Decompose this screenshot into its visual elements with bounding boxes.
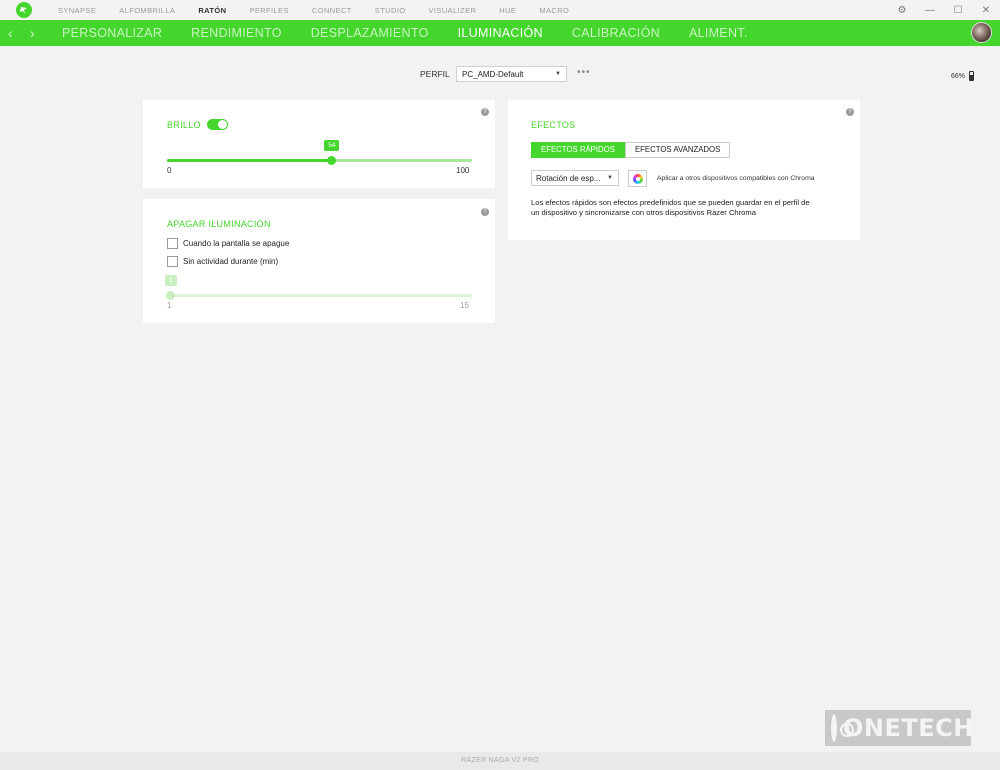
brightness-card: ? BRILLO 54 0 100 — [143, 100, 495, 188]
screen-off-label: Cuando la pantalla se apague — [183, 239, 290, 248]
lighting-off-card: ? APAGAR ILUMINACIÓN Cuando la pantalla … — [143, 199, 495, 323]
idle-slider-track[interactable] — [167, 294, 472, 297]
lighting-off-title: APAGAR ILUMINACIÓN — [167, 219, 271, 229]
tab-personalizar[interactable]: PERSONALIZAR — [62, 26, 162, 40]
brightness-slider-thumb[interactable] — [327, 156, 337, 165]
battery-percent: 66% — [951, 72, 966, 80]
tab-desplazamiento[interactable]: DESPLAZAMIENTO — [311, 26, 429, 40]
help-icon[interactable]: ? — [481, 108, 489, 116]
razer-logo-icon — [16, 2, 32, 18]
idle-max-label: 15 — [460, 301, 469, 310]
window-controls: ⚙ — ☐ ✕ — [888, 0, 1000, 20]
effect-select-value: Rotación de esp... — [536, 174, 601, 183]
profile-label: PERFIL — [420, 69, 450, 79]
brightness-slider-track[interactable] — [167, 159, 472, 162]
minimize-icon[interactable]: — — [916, 5, 944, 16]
topnav-macro[interactable]: MACRO — [539, 6, 569, 15]
onetech-logo-icon — [831, 714, 854, 742]
idle-value-bubble: 1 — [165, 275, 177, 286]
brightness-value-bubble: 54 — [324, 140, 340, 151]
sub-navigation: ‹ › PERSONALIZAR RENDIMIENTO DESPLAZAMIE… — [0, 20, 1000, 46]
tab-aliment[interactable]: ALIMENT. — [689, 26, 748, 40]
brightness-title: BRILLO — [167, 120, 201, 130]
brightness-toggle[interactable] — [207, 119, 228, 130]
settings-gear-icon[interactable]: ⚙ — [888, 5, 916, 16]
idle-checkbox[interactable] — [167, 256, 178, 267]
topnav-synapse[interactable]: SYNAPSE — [58, 6, 96, 15]
brightness-min-label: 0 — [167, 166, 172, 175]
profile-select[interactable]: PC_AMD-Default ▼ — [456, 66, 567, 82]
tab-rendimiento[interactable]: RENDIMIENTO — [191, 26, 282, 40]
topnav-raton[interactable]: RATÓN — [198, 6, 226, 15]
effects-card: ? EFECTOS EFECTOS RÁPIDOS EFECTOS AVANZA… — [508, 100, 860, 240]
help-icon[interactable]: ? — [481, 208, 489, 216]
battery-icon — [969, 71, 975, 81]
tab-iluminacion[interactable]: ILUMINACIÓN — [458, 26, 543, 40]
watermark-text: ONETECH — [843, 714, 974, 742]
effect-select[interactable]: Rotación de esp... ▼ — [531, 170, 619, 186]
maximize-icon[interactable]: ☐ — [944, 5, 972, 16]
chevron-down-icon: ▼ — [607, 175, 613, 181]
topnav-hue[interactable]: HUE — [499, 6, 516, 15]
topnav-visualizer[interactable]: VISUALIZER — [429, 6, 477, 15]
effects-description: Los efectos rápidos son efectos predefin… — [531, 198, 810, 218]
effects-tab-group: EFECTOS RÁPIDOS EFECTOS AVANZADOS — [531, 142, 731, 158]
idle-label: Sin actividad durante (min) — [183, 257, 279, 266]
effects-title: EFECTOS — [531, 120, 576, 130]
tab-quick-effects[interactable]: EFECTOS RÁPIDOS — [531, 142, 625, 158]
user-avatar[interactable] — [971, 22, 992, 43]
chroma-apply-button[interactable] — [628, 170, 647, 187]
top-navigation: SYNAPSE ALFOMBRILLA RATÓN PERFILES CONNE… — [58, 6, 592, 15]
idle-slider-thumb[interactable] — [166, 291, 175, 300]
topnav-studio[interactable]: STUDIO — [375, 6, 406, 15]
brightness-slider-fill — [167, 159, 332, 162]
more-options-icon[interactable]: ••• — [577, 67, 591, 78]
screen-off-option[interactable]: Cuando la pantalla se apague — [167, 238, 289, 249]
brightness-max-label: 100 — [456, 166, 470, 175]
close-icon[interactable]: ✕ — [972, 5, 1000, 16]
topnav-perfiles[interactable]: PERFILES — [249, 6, 288, 15]
idle-min-label: 1 — [167, 301, 172, 310]
toggle-knob — [218, 120, 227, 129]
chroma-apply-label: Aplicar a otros dispositivos compatibles… — [657, 175, 815, 182]
help-icon[interactable]: ? — [846, 108, 854, 116]
screen-off-checkbox[interactable] — [167, 238, 178, 249]
tab-advanced-effects[interactable]: EFECTOS AVANZADOS — [624, 142, 731, 158]
watermark: ONETECH — [825, 710, 974, 746]
topnav-alfombrilla[interactable]: ALFOMBRILLA — [119, 6, 175, 15]
chroma-wheel-icon — [632, 173, 643, 184]
chevron-down-icon: ▼ — [555, 71, 561, 77]
title-bar: SYNAPSE ALFOMBRILLA RATÓN PERFILES CONNE… — [0, 0, 1000, 20]
forward-arrow-icon[interactable]: › — [30, 25, 44, 41]
topnav-connect[interactable]: CONNECT — [312, 6, 352, 15]
idle-option[interactable]: Sin actividad durante (min) — [167, 256, 278, 267]
profile-select-value: PC_AMD-Default — [462, 70, 524, 79]
back-arrow-icon[interactable]: ‹ — [8, 25, 22, 41]
tab-calibracion[interactable]: CALIBRACIÓN — [572, 26, 660, 40]
battery-indicator: 66% — [951, 71, 975, 81]
device-footer: RAZER NAGA V2 PRO — [0, 752, 1000, 770]
